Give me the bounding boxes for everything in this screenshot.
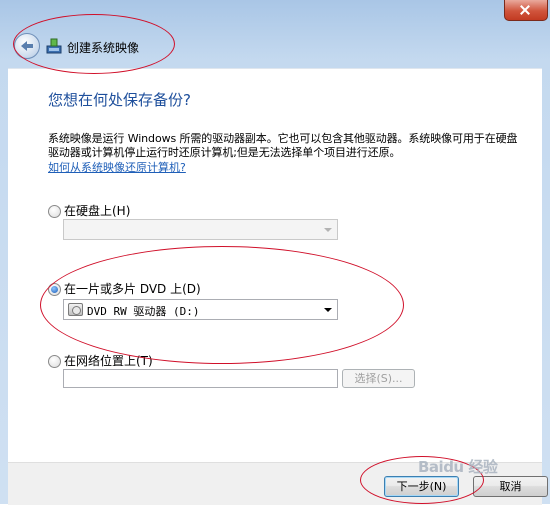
network-radio[interactable]: [48, 355, 61, 368]
dvd-radio[interactable]: [48, 283, 61, 296]
dvd-drive-icon: [68, 303, 83, 316]
help-link[interactable]: 如何从系统映像还原计算机?: [48, 159, 186, 175]
hard-disk-radio[interactable]: [48, 205, 61, 218]
watermark: Baidu 经验: [418, 458, 498, 476]
cancel-button[interactable]: 取消: [473, 476, 548, 497]
dvd-drive-dropdown-value: DVD RW 驱动器 (D:): [87, 305, 200, 318]
window-frame: 创建系统映像 您想在何处保存备份? 系统映像是运行 Windows 所需的驱动器…: [0, 0, 550, 505]
chevron-down-icon: [324, 308, 332, 312]
select-network-button[interactable]: 选择(S)...: [342, 369, 415, 388]
chevron-down-icon: [324, 228, 332, 232]
network-path-input[interactable]: [63, 369, 338, 388]
next-button[interactable]: 下一步(N): [384, 476, 459, 497]
dvd-drive-dropdown[interactable]: DVD RW 驱动器 (D:): [63, 299, 338, 320]
close-button[interactable]: [504, 0, 548, 21]
wizard-content: 您想在何处保存备份? 系统映像是运行 Windows 所需的驱动器副本。它也可以…: [8, 68, 542, 463]
page-heading: 您想在何处保存备份?: [48, 91, 191, 109]
dvd-label[interactable]: 在一片或多片 DVD 上(D): [64, 280, 201, 297]
back-arrow-icon[interactable]: [14, 33, 40, 59]
wizard-header: 创建系统映像: [8, 26, 542, 68]
network-label[interactable]: 在网络位置上(T): [64, 352, 153, 369]
page-description: 系统映像是运行 Windows 所需的驱动器副本。它也可以包含其他驱动器。系统映…: [48, 132, 518, 159]
hard-disk-dropdown[interactable]: [63, 219, 338, 240]
window-title: 创建系统映像: [67, 41, 140, 55]
backup-icon: [46, 38, 62, 54]
hard-disk-label[interactable]: 在硬盘上(H): [64, 202, 130, 219]
